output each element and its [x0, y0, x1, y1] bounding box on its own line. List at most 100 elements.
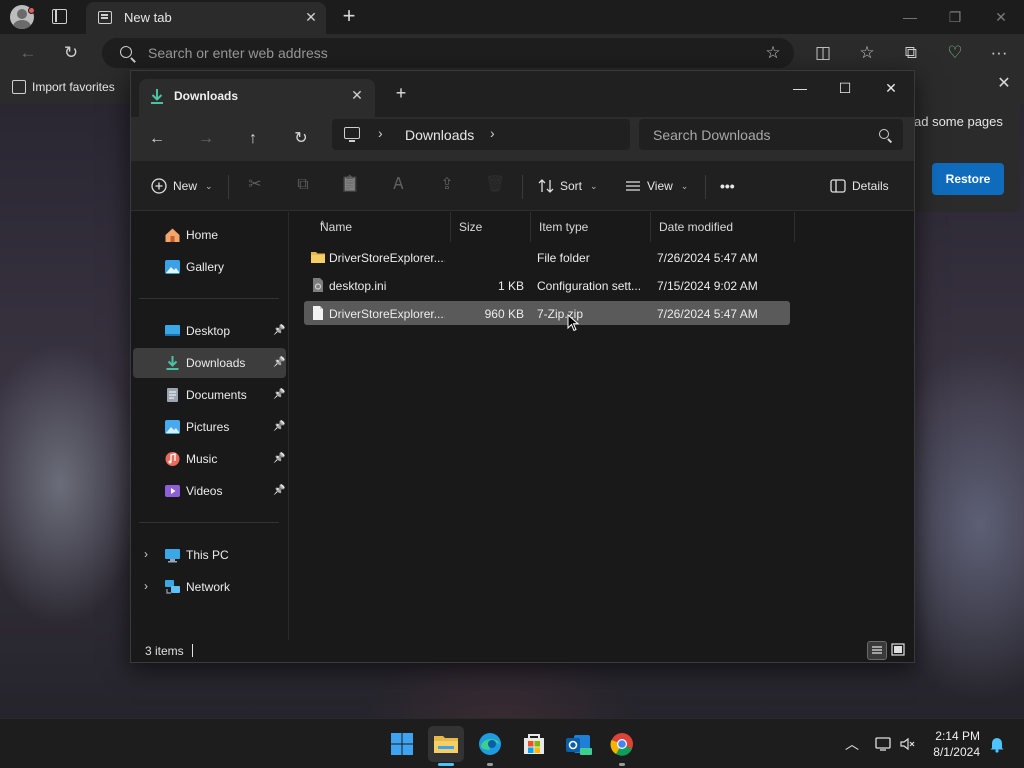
breadcrumb-downloads[interactable]: Downloads — [405, 127, 474, 143]
chevron-down-icon: ⌄ — [590, 180, 598, 191]
mouse-cursor-icon — [567, 314, 579, 332]
nav-item-downloads[interactable]: Downloads 📌 — [133, 348, 286, 378]
status-bar: 3 items — [131, 640, 914, 662]
chevron-down-icon: ⌄ — [205, 180, 213, 191]
system-clock[interactable]: 2:14 PM 8/1/2024 — [920, 728, 980, 760]
pin-icon[interactable]: 📌 — [273, 453, 285, 464]
nav-item-home[interactable]: Home — [133, 220, 286, 250]
nav-item-network[interactable]: › Network — [133, 572, 286, 602]
pin-icon[interactable]: 📌 — [273, 485, 285, 496]
volume-muted-icon[interactable] — [899, 735, 917, 753]
nav-item-this-pc[interactable]: › This PC — [133, 540, 286, 570]
chevron-right-icon[interactable]: › — [378, 125, 383, 141]
view-button[interactable]: View ⌄ — [625, 174, 688, 198]
nav-item-music[interactable]: Music 📌 — [133, 444, 286, 474]
view-button-label: View — [647, 179, 673, 193]
details-view-toggle[interactable] — [867, 641, 887, 660]
refresh-button[interactable]: ↻ — [58, 41, 84, 65]
back-button[interactable]: ← — [15, 41, 41, 65]
settings-more-icon[interactable]: ··· — [986, 41, 1012, 65]
chevron-right-icon[interactable]: › — [490, 125, 495, 141]
show-hidden-icons-chevron-up-icon[interactable]: ︿ — [843, 735, 861, 753]
taskbar-file-explorer[interactable] — [428, 726, 464, 762]
browser-tab-close-button[interactable]: ✕ — [302, 8, 320, 26]
explorer-refresh-button[interactable]: ↻ — [288, 127, 314, 151]
chevron-right-icon[interactable]: › — [144, 547, 148, 561]
see-more-button[interactable]: ••• — [720, 174, 735, 198]
nav-item-documents[interactable]: Documents 📌 — [133, 380, 286, 410]
nav-item-pictures[interactable]: Pictures 📌 — [133, 412, 286, 442]
details-view-icon — [872, 646, 882, 654]
browser-close-button[interactable]: ✕ — [986, 6, 1016, 28]
pin-icon[interactable]: 📌 — [273, 421, 285, 432]
sort-button[interactable]: Sort ⌄ — [538, 174, 598, 198]
explorer-back-button[interactable]: ← — [144, 127, 170, 151]
delete-icon[interactable]: 🗑 — [485, 175, 505, 195]
column-header-size[interactable]: Size — [451, 212, 531, 242]
paste-icon[interactable]: 📋 — [340, 175, 360, 195]
browser-maximize-button[interactable]: ❐ — [940, 6, 970, 28]
explorer-forward-button[interactable]: → — [193, 127, 219, 151]
explorer-up-button[interactable]: ↑ — [240, 127, 266, 151]
file-explorer-icon — [434, 736, 458, 753]
file-type: 7-Zip.zip — [537, 307, 584, 321]
search-downloads-input[interactable] — [653, 126, 863, 144]
add-favorite-star-icon[interactable]: ☆ — [762, 42, 784, 64]
new-tab-button[interactable]: + — [338, 5, 360, 27]
chevron-right-icon[interactable]: › — [144, 579, 148, 593]
pin-icon[interactable]: 📌 — [273, 325, 285, 336]
split-screen-icon[interactable]: ◫ — [810, 41, 836, 65]
command-separator — [705, 175, 706, 199]
monitor-icon[interactable] — [344, 127, 360, 142]
restore-button[interactable]: Restore — [932, 163, 1004, 195]
taskbar-outlook[interactable] — [560, 726, 596, 762]
share-icon[interactable]: ⇪ — [437, 175, 457, 195]
column-label: Date modified — [659, 220, 734, 234]
breadcrumb[interactable]: › Downloads › — [332, 119, 630, 150]
browser-essentials-icon[interactable]: ♡ — [942, 41, 968, 65]
column-header-date-modified[interactable]: Date modified — [651, 212, 795, 242]
cut-icon[interactable]: ✂ — [245, 175, 265, 195]
notifications-bell-icon[interactable] — [988, 735, 1006, 753]
taskbar-chrome[interactable] — [604, 726, 640, 762]
details-pane-button[interactable]: Details — [830, 174, 889, 198]
explorer-new-tab-button[interactable]: + — [391, 83, 411, 103]
browser-tab-new-tab[interactable]: New tab ✕ — [86, 2, 326, 34]
file-size: 1 KB — [497, 279, 524, 293]
rename-icon[interactable]: Ꭺ — [389, 175, 409, 195]
column-header-name[interactable]: ^ Name — [312, 212, 451, 242]
import-favorites-button[interactable]: Import favorites — [12, 80, 115, 94]
nav-item-desktop[interactable]: Desktop 📌 — [133, 316, 286, 346]
browser-minimize-button[interactable]: — — [895, 6, 925, 28]
new-button[interactable]: New ⌄ — [151, 174, 213, 198]
nav-item-gallery[interactable]: Gallery — [133, 252, 286, 282]
explorer-minimize-button[interactable]: — — [782, 75, 818, 101]
sort-icon — [538, 179, 554, 193]
nav-item-videos[interactable]: Videos 📌 — [133, 476, 286, 506]
favorites-icon[interactable]: ☆ — [854, 41, 880, 65]
pin-icon[interactable]: 📌 — [273, 389, 285, 400]
column-header-item-type[interactable]: Item type — [531, 212, 651, 242]
explorer-tab-close-button[interactable]: ✕ — [347, 85, 367, 105]
tiles-view-icon — [891, 643, 905, 656]
address-bar[interactable]: ☆ — [102, 38, 794, 68]
explorer-close-button[interactable]: ✕ — [873, 75, 909, 101]
file-row[interactable]: DriverStoreExplorer.... 960 KB 7-Zip.zip… — [304, 301, 790, 325]
start-button[interactable] — [384, 726, 420, 762]
address-input[interactable] — [148, 44, 708, 62]
pin-icon[interactable]: 📌 — [273, 357, 285, 368]
explorer-maximize-button[interactable]: ☐ — [827, 75, 863, 101]
collections-icon[interactable]: ⧉ — [898, 41, 924, 65]
taskbar-store[interactable] — [516, 726, 552, 762]
file-row[interactable]: DriverStoreExplorer.... File folder 7/26… — [304, 245, 790, 269]
large-icons-view-toggle[interactable] — [889, 641, 909, 660]
taskbar-edge[interactable] — [472, 726, 508, 762]
explorer-tab-downloads[interactable]: Downloads ✕ — [139, 79, 375, 117]
file-row[interactable]: desktop.ini 1 KB Configuration sett... 7… — [304, 273, 790, 297]
copy-icon[interactable]: ⧉ — [293, 175, 313, 195]
sort-button-label: Sort — [560, 179, 583, 193]
restore-close-icon[interactable]: ✕ — [994, 74, 1014, 94]
tab-actions-icon[interactable] — [52, 9, 67, 24]
network-status-icon[interactable] — [874, 735, 892, 753]
search-box[interactable] — [639, 119, 903, 150]
